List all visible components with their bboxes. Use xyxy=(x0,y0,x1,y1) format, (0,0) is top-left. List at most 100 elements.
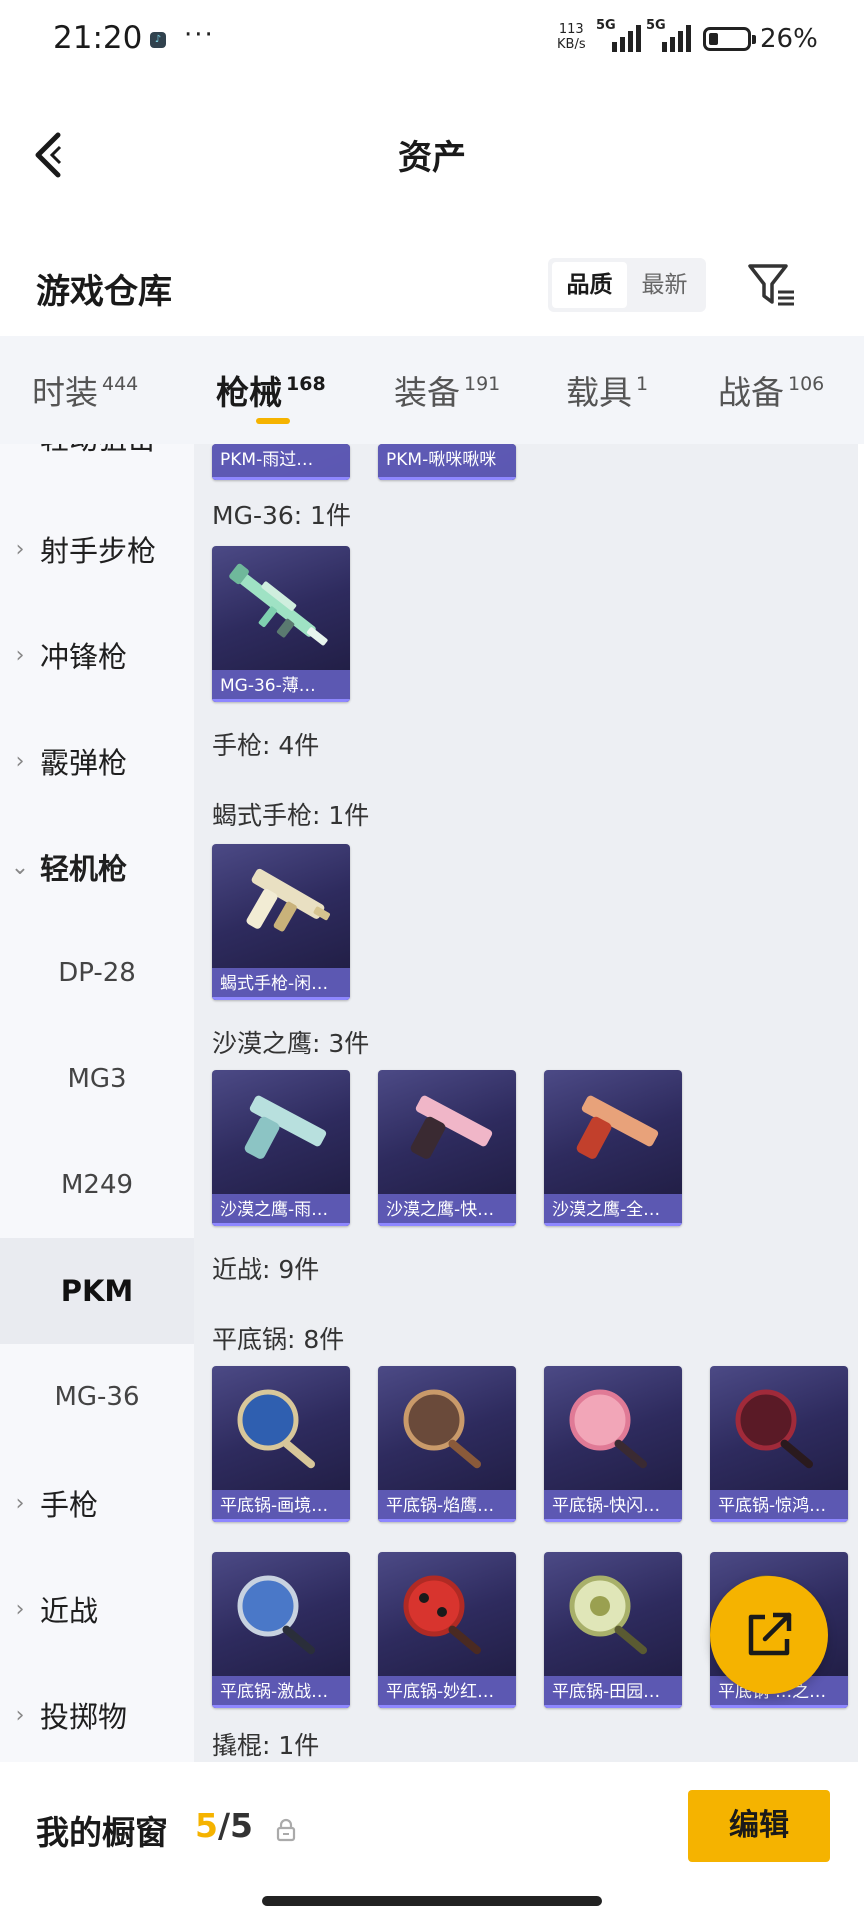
battery-icon xyxy=(703,27,756,51)
sidebar-item-label: 近战 xyxy=(40,1594,99,1628)
item-card[interactable]: 平底锅-田园… xyxy=(544,1552,682,1708)
item-name: 平底锅-激战… xyxy=(212,1676,350,1708)
item-name: PKM-雨过… xyxy=(212,444,350,477)
edit-button[interactable]: 编辑 xyxy=(688,1790,830,1862)
item-name: PKM-啾咪啾咪 xyxy=(378,444,516,477)
warehouse-header: 游戏仓库 品质 最新 xyxy=(0,240,864,336)
sidebar-item-smg[interactable]: › 冲锋枪 xyxy=(0,602,194,708)
tab-guns[interactable]: 枪械 168 xyxy=(216,366,326,414)
chevron-down-icon: ⌄ xyxy=(10,854,30,880)
section-label-crowbar: 撬棍: 1件 xyxy=(212,1731,320,1760)
sort-toggle: 品质 最新 xyxy=(548,258,706,312)
chevron-right-icon: › xyxy=(15,1702,25,1728)
item-name: 沙漠之鹰-全… xyxy=(544,1194,682,1226)
item-card[interactable]: 蝎式手枪-闲… xyxy=(212,844,350,1000)
net-speed-value: 113 xyxy=(558,22,584,37)
showcase-count-total: 5 xyxy=(230,1806,253,1845)
item-name: 平底锅-画境… xyxy=(212,1490,350,1522)
lock-icon xyxy=(276,1818,296,1842)
tab-label: 战备 xyxy=(718,373,784,412)
share-button[interactable] xyxy=(710,1576,828,1694)
showcase-title: 我的橱窗 xyxy=(36,1813,168,1852)
showcase-count: 5/5 xyxy=(195,1806,253,1845)
pistol-skin-icon xyxy=(410,1095,493,1159)
frying-pan-skin-icon xyxy=(569,1575,648,1655)
frying-pan-skin-icon xyxy=(237,1575,316,1655)
frying-pan-skin-icon xyxy=(569,1389,648,1469)
chevron-right-icon: › xyxy=(0,444,40,450)
sidebar-item-label: 轻动狙击 xyxy=(40,444,156,458)
sidebar-item-shotgun[interactable]: › 霰弹枪 xyxy=(0,708,194,814)
item-card[interactable]: 平底锅-画境… xyxy=(212,1366,350,1522)
tab-count: 191 xyxy=(464,373,501,395)
sidebar-item-label: 射手步枪 xyxy=(40,534,157,568)
tab-vehicles[interactable]: 载具 1 xyxy=(566,366,648,414)
showcase-bar: 我的橱窗 5/5 编辑 xyxy=(0,1762,864,1920)
sidebar-subitem-dp28[interactable]: DP-28 xyxy=(0,920,194,1026)
sidebar-item-marksman-sniper[interactable]: ›轻动狙击 xyxy=(0,444,194,490)
tab-count: 168 xyxy=(286,373,326,395)
item-card[interactable]: 平底锅-妙红… xyxy=(378,1552,516,1708)
item-card[interactable]: MG-36-薄… xyxy=(212,546,350,702)
header: 资产 xyxy=(0,80,864,220)
showcase-count-current: 5 xyxy=(195,1806,218,1845)
tab-fashion[interactable]: 时装 444 xyxy=(32,366,138,414)
item-name: 平底锅-妙红… xyxy=(378,1676,516,1708)
item-name: 平底锅-惊鸿… xyxy=(710,1490,848,1522)
item-name: 沙漠之鹰-快… xyxy=(378,1194,516,1226)
sidebar-item-pistol[interactable]: › 手枪 xyxy=(0,1450,194,1556)
pistol-skin-icon xyxy=(244,1095,327,1159)
item-card[interactable]: 平底锅-激战… xyxy=(212,1552,350,1708)
category-tabs: 时装 444 枪械 168 装备 191 载具 1 战备 106 xyxy=(0,336,864,444)
section-label-pan: 平底锅: 8件 xyxy=(212,1325,345,1354)
content-scroll-track xyxy=(858,444,864,1762)
frying-pan-skin-icon xyxy=(735,1389,814,1469)
sidebar-subitem-m249[interactable]: M249 xyxy=(0,1132,194,1238)
tab-count: 444 xyxy=(102,373,139,395)
item-card[interactable]: 平底锅-快闪… xyxy=(544,1366,682,1522)
frying-pan-skin-icon xyxy=(403,1575,482,1655)
inventory-content: PKM-雨过… PKM-啾咪啾咪 MG-36: 1件 MG-36-薄… 手枪: … xyxy=(194,444,864,1762)
item-card[interactable]: 沙漠之鹰-快… xyxy=(378,1070,516,1226)
section-label-mg36: MG-36: 1件 xyxy=(212,501,352,530)
tab-label: 载具 xyxy=(566,373,632,412)
item-card[interactable]: 沙漠之鹰-全… xyxy=(544,1070,682,1226)
tab-equipment[interactable]: 装备 191 xyxy=(394,366,500,414)
tab-label: 时装 xyxy=(32,373,98,412)
sidebar-subitem-mg3[interactable]: MG3 xyxy=(0,1026,194,1132)
sidebar-item-lmg[interactable]: ⌄ 轻机枪 xyxy=(0,814,194,920)
signal-sim1-icon: 5G xyxy=(596,18,641,52)
tab-supplies[interactable]: 战备 106 xyxy=(718,366,824,414)
sidebar-item-label: 轻机枪 xyxy=(40,852,128,886)
sidebar-item-dmr[interactable]: › 射手步枪 xyxy=(0,496,194,602)
net-speed-unit: KB/s xyxy=(557,37,586,52)
weapon-type-sidebar: ›轻动狙击 ›射手步枪 ›冲锋枪 ›霰弹枪 ⌄轻机枪 DP-28 MG3 M24… xyxy=(0,444,194,1762)
showcase-count-separator: / xyxy=(217,1806,231,1845)
item-name: 沙漠之鹰-雨… xyxy=(212,1194,350,1226)
sim2-label: 5G xyxy=(646,18,666,33)
rifle-skin-icon xyxy=(229,563,328,646)
tab-label: 枪械 xyxy=(216,373,282,412)
home-indicator[interactable] xyxy=(262,1896,602,1906)
sidebar-item-melee[interactable]: › 近战 xyxy=(0,1556,194,1662)
item-card[interactable]: 平底锅-惊鸿… xyxy=(710,1366,848,1522)
item-card[interactable]: 沙漠之鹰-雨… xyxy=(212,1070,350,1226)
sort-option-newest[interactable]: 最新 xyxy=(627,262,702,308)
section-label-scorpion: 蝎式手枪: 1件 xyxy=(212,801,370,830)
signal-sim2-icon: 5G xyxy=(646,18,691,52)
pistol-skin-icon xyxy=(576,1095,659,1159)
warehouse-title: 游戏仓库 xyxy=(36,272,172,312)
battery-percent: 26% xyxy=(760,24,818,54)
item-card[interactable]: PKM-雨过… xyxy=(212,444,350,480)
item-card[interactable]: PKM-啾咪啾咪 xyxy=(378,444,516,480)
filter-icon[interactable] xyxy=(746,260,798,312)
sidebar-item-throwables[interactable]: › 投掷物 xyxy=(0,1662,194,1762)
sidebar-subitem-pkm[interactable]: PKM xyxy=(0,1238,194,1344)
item-card[interactable]: 平底锅-焰鹰… xyxy=(378,1366,516,1522)
section-label-deagle: 沙漠之鹰: 3件 xyxy=(212,1029,370,1058)
sidebar-item-label: 霰弹枪 xyxy=(40,746,128,780)
item-name: MG-36-薄… xyxy=(212,670,350,702)
sort-option-quality[interactable]: 品质 xyxy=(552,262,627,308)
sidebar-subitem-mg36[interactable]: MG-36 xyxy=(0,1344,194,1450)
chevron-right-icon: › xyxy=(15,642,25,668)
